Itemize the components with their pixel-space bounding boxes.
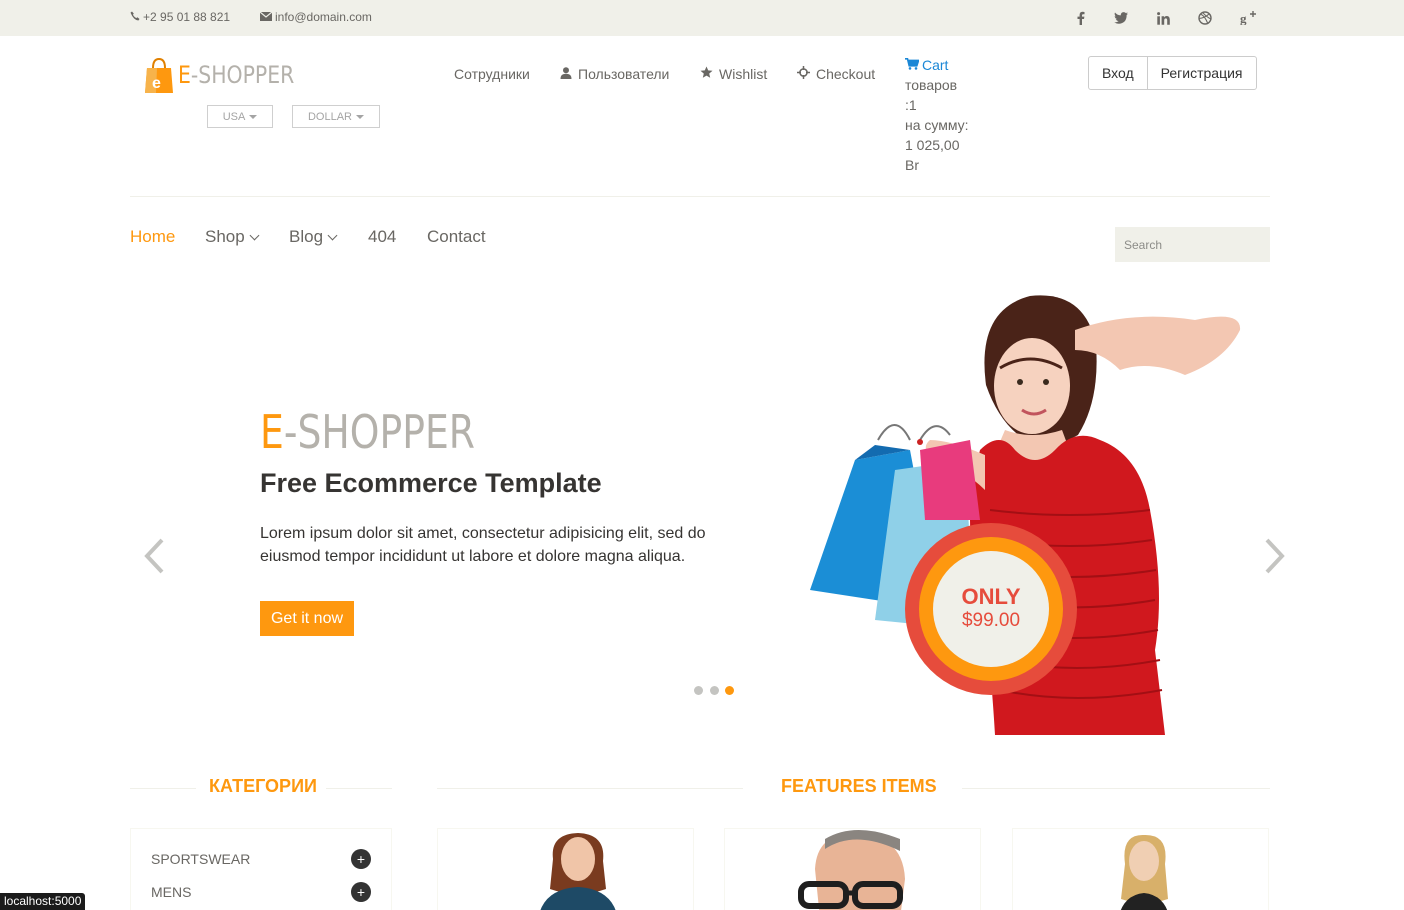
phone-text: +2 95 01 88 821 (143, 10, 231, 24)
product-card-3[interactable] (1012, 828, 1269, 910)
slider-dot-2[interactable] (710, 686, 719, 695)
logo-letter: e (152, 75, 161, 92)
user-icon (560, 66, 572, 82)
nav-blog-label: Blog (289, 227, 324, 246)
category-panel: SPORTSWEAR + MENS + (130, 828, 392, 910)
category-mens[interactable]: MENS (151, 884, 191, 900)
google-plus-icon[interactable]: g (1238, 8, 1258, 28)
categories-title: КАТЕГОРИИ (209, 776, 317, 796)
cart-total-value: 1 025,00 (905, 137, 960, 153)
product-image-1 (540, 833, 616, 910)
nav-checkout-link[interactable]: Checkout (797, 66, 875, 82)
nav-home-label: Home (130, 227, 176, 246)
slide-brand-rest: -SHOPPER (283, 405, 475, 459)
nav-shop-label: Shop (205, 227, 245, 246)
slide-brand: E-SHOPPER (260, 405, 475, 459)
email-contact[interactable]: info@domain.com (259, 10, 372, 24)
features-line-left (437, 788, 743, 789)
caret-down-icon (249, 114, 258, 119)
register-button[interactable]: Регистрация (1146, 57, 1256, 89)
nav-wishlist-label: Wishlist (719, 66, 768, 82)
slide-title: Free Ecommerce Template (260, 468, 602, 498)
email-text: info@domain.com (275, 10, 372, 24)
features-title: FEATURES ITEMS (781, 776, 937, 796)
country-value: USA (222, 110, 246, 123)
phone-icon (130, 10, 140, 24)
slide-brand-e: E (260, 405, 284, 459)
shopping-cart-icon (905, 55, 920, 75)
search-input[interactable] (1115, 227, 1270, 262)
nav-contact-label: Contact (427, 227, 486, 246)
get-it-now-button[interactable]: Get it now (260, 601, 354, 636)
chevron-down-icon (249, 230, 260, 240)
shopping-bag-logo-icon: e (144, 56, 174, 94)
nav-blog[interactable]: Blog (289, 227, 338, 247)
currency-value: DOLLAR (307, 110, 353, 123)
nav-staff-link[interactable]: Сотрудники (454, 66, 530, 82)
currency-dropdown[interactable]: DOLLAR (292, 105, 380, 128)
plus-icon[interactable]: + (351, 849, 371, 869)
cart-total-label: на сумму: (905, 117, 969, 133)
cart-items-count: :1 (905, 97, 917, 113)
cart-link[interactable]: Cart (905, 55, 985, 75)
nav-404[interactable]: 404 (368, 227, 396, 247)
categories-line-left (130, 788, 196, 789)
categories-line-right (326, 788, 392, 789)
header-divider (130, 196, 1270, 197)
auth-button-group: Вход Регистрация (1088, 56, 1257, 90)
nav-home[interactable]: Home (130, 227, 175, 247)
top-bar: +2 95 01 88 821 info@domain.com g (0, 0, 1404, 36)
category-sportswear[interactable]: SPORTSWEAR (151, 851, 250, 867)
star-icon (700, 66, 713, 82)
dribbble-icon[interactable] (1195, 8, 1215, 28)
slider-prev-arrow-icon[interactable] (138, 538, 174, 574)
nav-staff-label: Сотрудники (454, 66, 530, 82)
envelope-icon (259, 10, 273, 24)
price-badge-inner: ONLY $99.00 (933, 551, 1049, 667)
nav-contact[interactable]: Contact (427, 227, 486, 247)
cart-items-label: товаров (905, 77, 958, 93)
status-url: localhost:5000 (4, 894, 82, 908)
login-button[interactable]: Вход (1089, 57, 1147, 89)
nav-shop[interactable]: Shop (205, 227, 260, 247)
logo-rest: -SHOPPER (190, 61, 295, 89)
logo-e: E (178, 61, 191, 89)
nav-404-label: 404 (368, 227, 397, 246)
product-image-2 (798, 830, 905, 910)
nav-users-link[interactable]: Пользователи (560, 66, 669, 82)
linkedin-icon[interactable] (1153, 8, 1173, 28)
slider-next-arrow-icon[interactable] (1255, 538, 1291, 574)
twitter-icon[interactable] (1111, 8, 1131, 28)
cart-summary[interactable]: Cart товаров :1 на сумму: 1 025,00 Br (905, 55, 985, 175)
country-dropdown[interactable]: USA (207, 105, 273, 128)
phone-contact[interactable]: +2 95 01 88 821 (130, 10, 230, 24)
crosshairs-icon (797, 66, 810, 82)
product-card-2[interactable] (724, 828, 981, 910)
facebook-icon[interactable] (1071, 8, 1091, 28)
browser-status-bar: localhost:5000 (0, 893, 86, 910)
product-image-3 (1120, 834, 1168, 910)
badge-only-text: ONLY (961, 584, 1021, 609)
svg-text:g: g (1240, 11, 1247, 25)
features-line-right (962, 788, 1270, 789)
chevron-down-icon (327, 230, 338, 240)
slider-dot-3[interactable] (725, 686, 734, 695)
caret-down-icon (356, 114, 365, 119)
product-card-1[interactable] (437, 828, 694, 910)
plus-icon[interactable]: + (351, 882, 371, 902)
site-logo[interactable]: e E-SHOPPER (144, 56, 315, 94)
slider-dot-1[interactable] (694, 686, 703, 695)
nav-checkout-label: Checkout (816, 66, 876, 82)
nav-wishlist-link[interactable]: Wishlist (700, 66, 767, 82)
price-badge: ONLY $99.00 (905, 523, 1077, 695)
cart-currency: Br (905, 157, 919, 173)
nav-users-label: Пользователи (578, 66, 670, 82)
cart-label: Cart (922, 57, 949, 73)
logo-text: E-SHOPPER (178, 61, 294, 89)
slide-description: Lorem ipsum dolor sit amet, consectetur … (260, 525, 706, 565)
badge-price-text: $99.00 (961, 610, 1021, 631)
